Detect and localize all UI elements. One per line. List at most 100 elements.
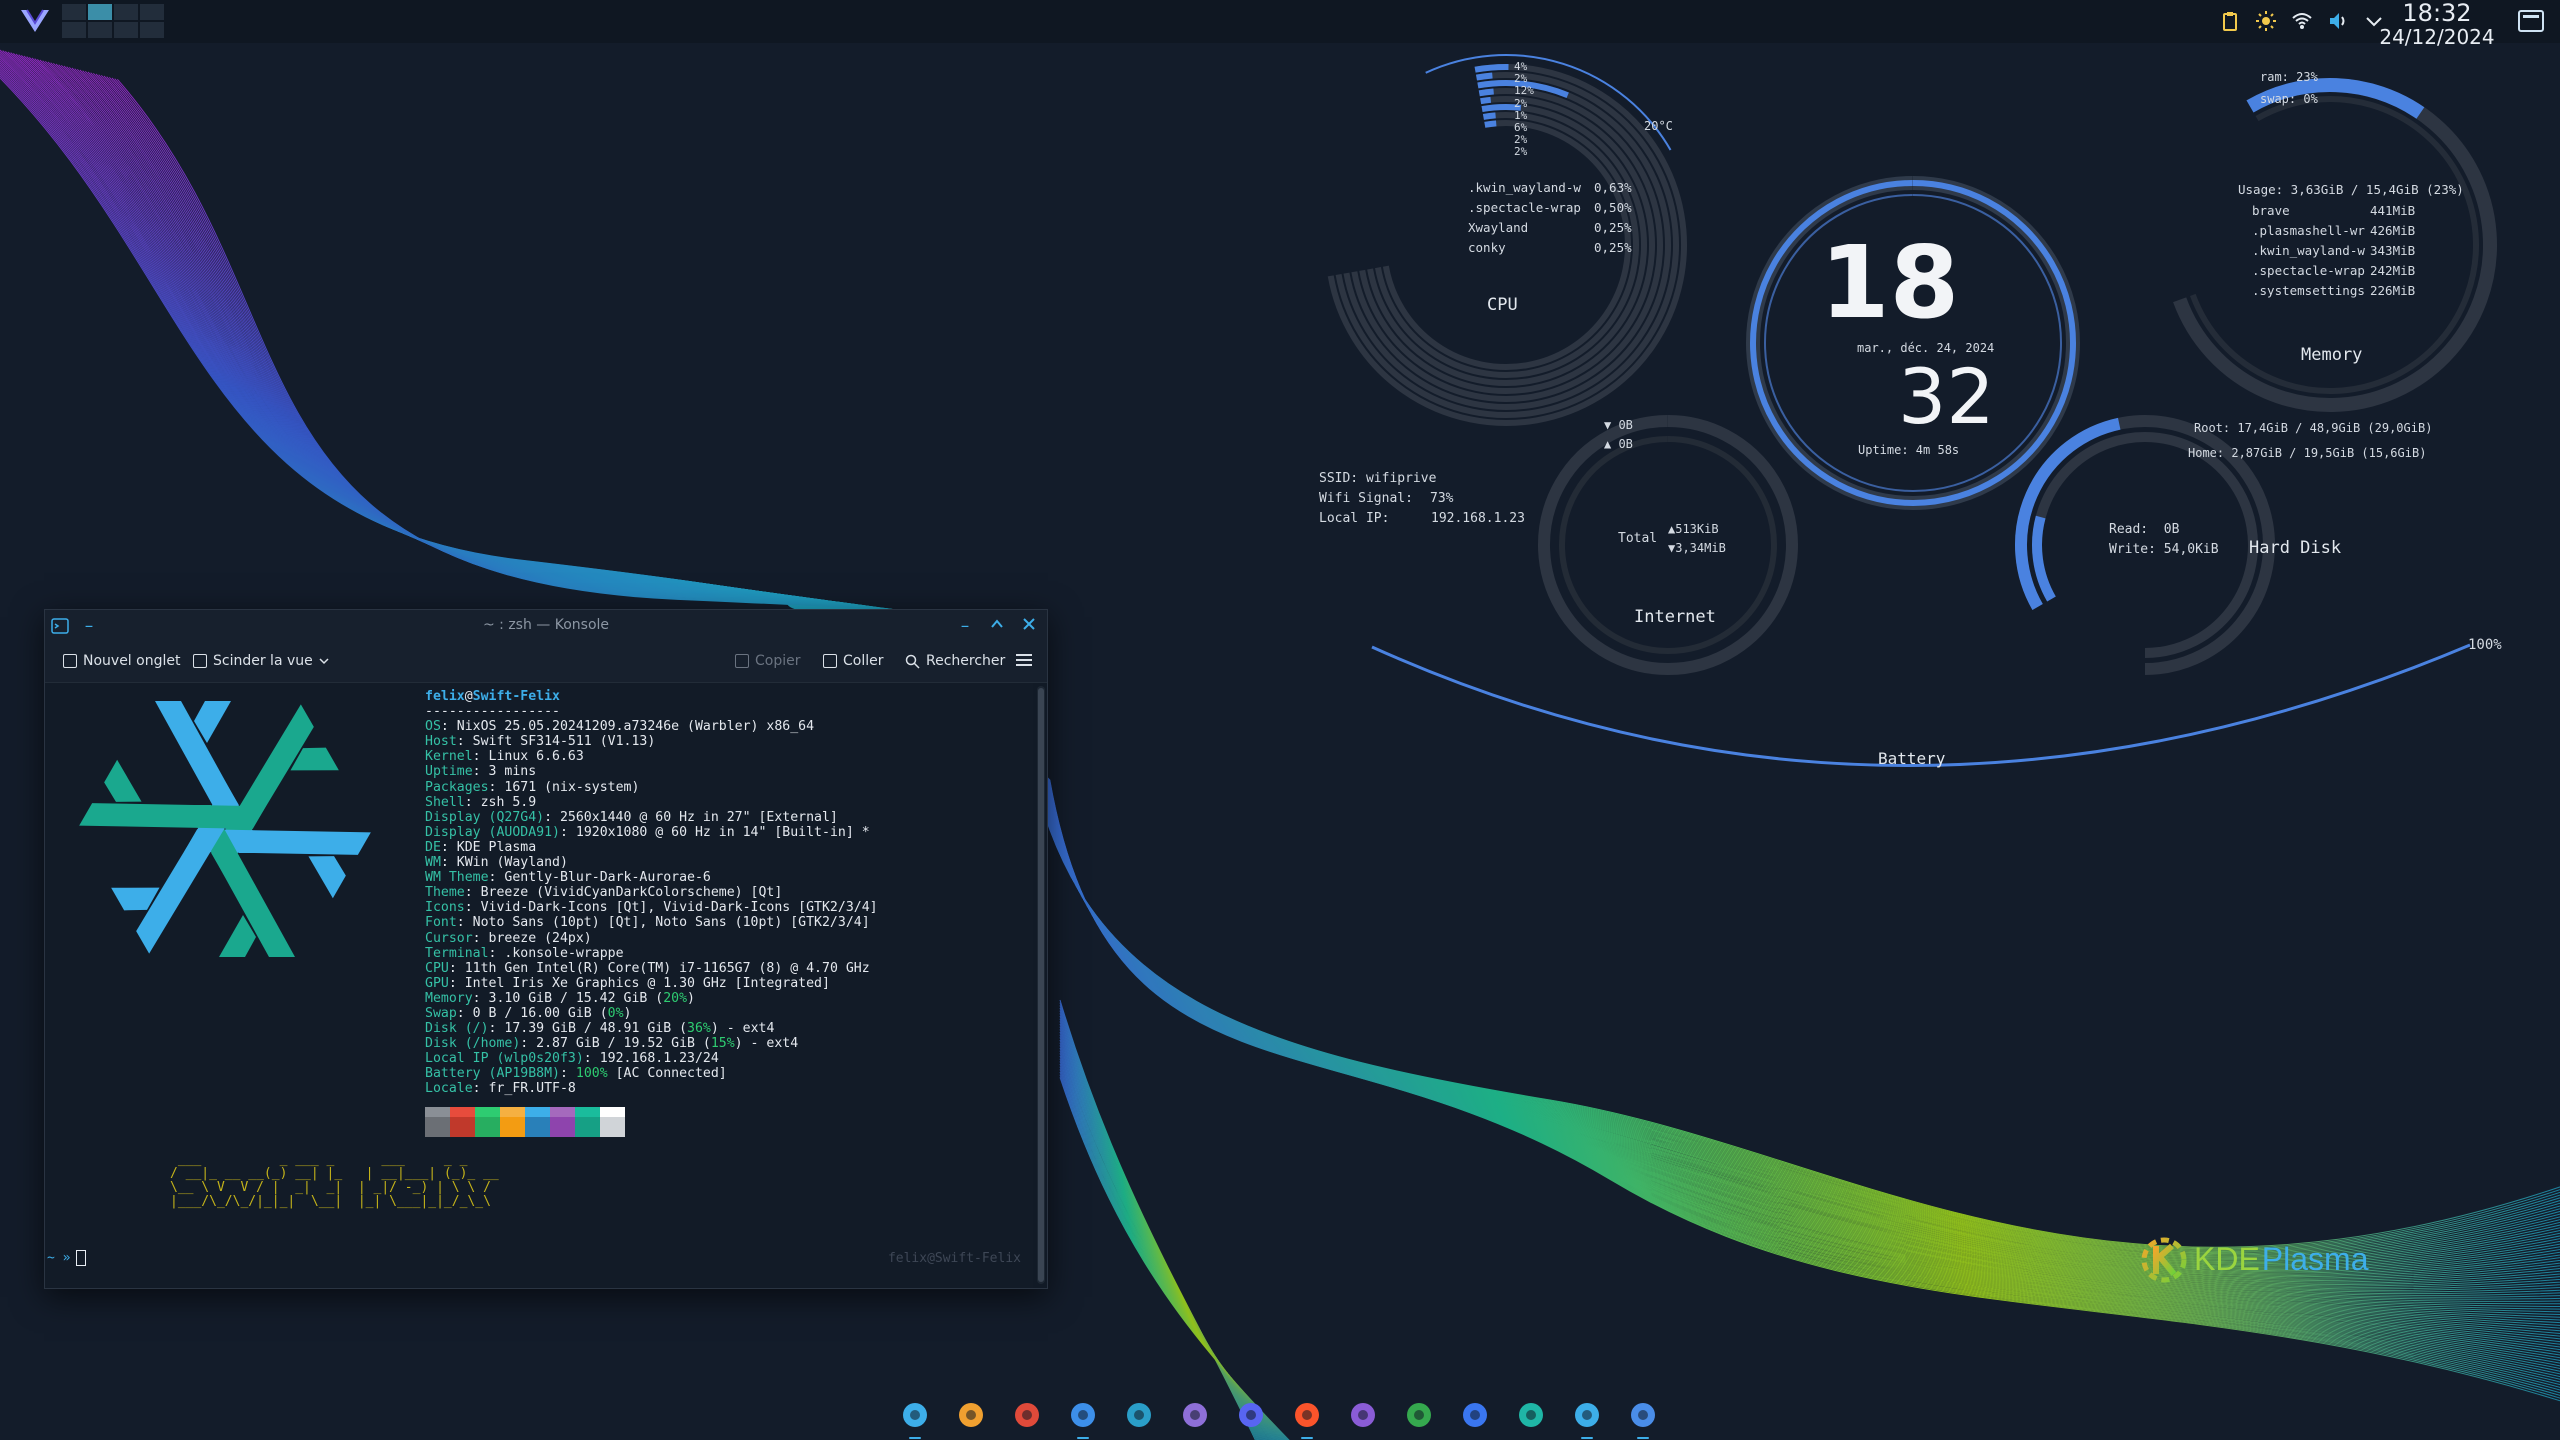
fetch-line: Icons: Vivid-Dark-Icons [Qt], Vivid-Dark… [425,900,878,916]
wallpaper-wave-line [1059,1013,1262,1440]
fetch-line: Disk (/): 17.39 GiB / 48.91 GiB (36%) - … [425,1021,775,1037]
maximize-button[interactable] [987,616,1007,636]
kde-plasma-logo: KDE Plasma [2140,1232,2369,1286]
fetch-line: Locale: fr_FR.UTF-8 [425,1081,576,1097]
task-manager-dock [893,1394,1665,1439]
sync-app-icon-glyph [1519,1403,1543,1427]
split-view-button[interactable]: Scinder la vue [193,653,329,669]
palette-swatch [550,1107,575,1137]
right-prompt: felix@Swift-Felix [887,1251,1021,1266]
cpu-core-load: 2% [1514,145,1528,159]
memory-process-name: .systemsettings [2252,283,2365,298]
wallpaper-wave-line [1033,763,2560,1265]
show-desktop-button[interactable] [2518,10,2544,32]
clock-minute: 32 [1898,352,1995,441]
window-titlebar[interactable]: – ~ : zsh — Konsole – [45,610,1047,642]
virtual-desktop-7[interactable] [114,22,138,38]
virtual-desktop-pager[interactable] [62,4,164,38]
sync-app-icon[interactable] [1509,1394,1553,1438]
konsole-app-icon[interactable] [893,1394,937,1439]
virtual-desktop-1[interactable] [62,4,86,20]
terminal-area[interactable]: felix@Swift-Felix ----------------- OS: … [45,683,1033,1288]
copy-button[interactable]: Copier [735,653,801,669]
vscode-app-icon[interactable] [1341,1394,1385,1438]
firefox-app-icon[interactable] [949,1394,993,1438]
clipboard-icon[interactable] [2219,10,2241,32]
virtual-desktop-6[interactable] [88,22,112,38]
clock-hour: 18 [1820,224,1960,341]
cpu-process-row: .kwin_wayland-w 0,63% [1468,178,1632,198]
cpu-process-value: 0,63% [1594,180,1632,195]
wallpaper-wave-line [60,64,856,611]
virtual-desktop-3[interactable] [114,4,138,20]
new-tab-icon [63,654,77,668]
wallpaper-wave-line [1049,779,2560,1402]
battery-label: Battery [1878,749,1946,768]
network-label: Internet [1634,607,1716,627]
close-button[interactable] [1019,616,1039,636]
fetch-line: GPU: Intel Iris Xe Graphics @ 1.30 GHz [… [425,975,830,991]
wallpaper-wave-line [1059,1023,1267,1440]
discord-app-icon[interactable] [1229,1394,1273,1438]
cpu-process-row: .spectacle-wrap 0,50% [1468,198,1632,218]
brave-app-icon-glyph [1295,1403,1319,1427]
wallpaper-wave-line [1059,1029,1269,1440]
cpu-core-load: 2% [1514,96,1528,110]
volume-icon[interactable] [2327,10,2349,32]
memory-swap-percent: swap: 0% [2260,92,2318,106]
search-button[interactable]: Rechercher [905,653,1005,669]
wallpaper-wave-line [42,60,840,611]
wallpaper-wave-line [55,63,852,611]
virtual-desktop-4[interactable] [140,4,164,20]
wallpaper-wave-line [1036,767,2560,1282]
palette-swatch [500,1107,525,1137]
terminal-app-icon[interactable] [1565,1394,1609,1439]
chrome-app-icon[interactable] [1005,1394,1049,1438]
wallpaper-wave-line [100,74,894,612]
fetch-line: Uptime: 3 mins [425,764,537,780]
system-settings-app-icon-glyph [1071,1403,1095,1427]
text-cursor [76,1250,87,1266]
paste-button[interactable]: Coller [823,653,884,669]
network-signal-label: Wifi Signal: [1319,491,1413,506]
network-total-label: Total [1618,531,1658,546]
wallpaper-wave-line [1029,759,2560,1248]
terminal-app-icon-glyph [1575,1403,1599,1427]
virtual-desktop-5[interactable] [62,22,86,38]
fetch-line: Shell: zsh 5.9 [425,794,537,810]
memory-process-value: 226MiB [2370,283,2416,298]
kde-gear-icon [2141,1237,2187,1283]
fetch-line: Disk (/home): 2.87 GiB / 19.52 GiB (15%)… [425,1036,799,1052]
brave-app-icon[interactable] [1285,1394,1329,1439]
memory-process-name: .spectacle-wrap [2252,263,2365,278]
wallpaper-wave-line [1059,1018,1265,1440]
spectacle-app-icon-glyph [1631,1403,1655,1427]
application-launcher[interactable] [18,6,52,36]
digital-clock[interactable]: 18:32 24/12/2024 [2372,0,2502,48]
wallpaper-wave-line [1038,768,2560,1290]
terminal-scrollbar[interactable] [1037,686,1045,1284]
xbox-app-icon[interactable] [1397,1394,1441,1438]
cpu-process-value: 0,50% [1594,200,1632,215]
palette-swatch [450,1107,475,1137]
network-ip-value: 192.168.1.23 [1431,511,1525,526]
wifi-icon[interactable] [2291,10,2313,32]
brightness-icon[interactable] [2255,10,2277,32]
virtual-desktop-8[interactable] [140,22,164,38]
hamburger-menu-button[interactable] [1015,653,1033,667]
wallpaper-wave-line [1059,1002,1258,1440]
new-tab-button[interactable]: Nouvel onglet [63,653,180,669]
wallpaper-wave-line [4,50,811,611]
signal-app-icon[interactable] [1453,1394,1497,1438]
chevron-down-icon [319,658,329,665]
cpu-label: CPU [1487,295,1518,315]
network-total-down: ▼3,34MiB [1668,541,1726,555]
system-settings-app-icon[interactable] [1061,1394,1105,1439]
notes-app-icon[interactable] [1117,1394,1161,1438]
konsole-window[interactable]: – ~ : zsh — Konsole – Nouvel onglet Scin… [44,609,1048,1289]
cpu-core-load: 12% [1514,84,1534,98]
minimize-button[interactable]: – [955,616,975,636]
system-monitor-app-icon[interactable] [1173,1394,1217,1438]
spectacle-app-icon[interactable] [1621,1394,1665,1439]
virtual-desktop-2[interactable] [88,4,112,20]
